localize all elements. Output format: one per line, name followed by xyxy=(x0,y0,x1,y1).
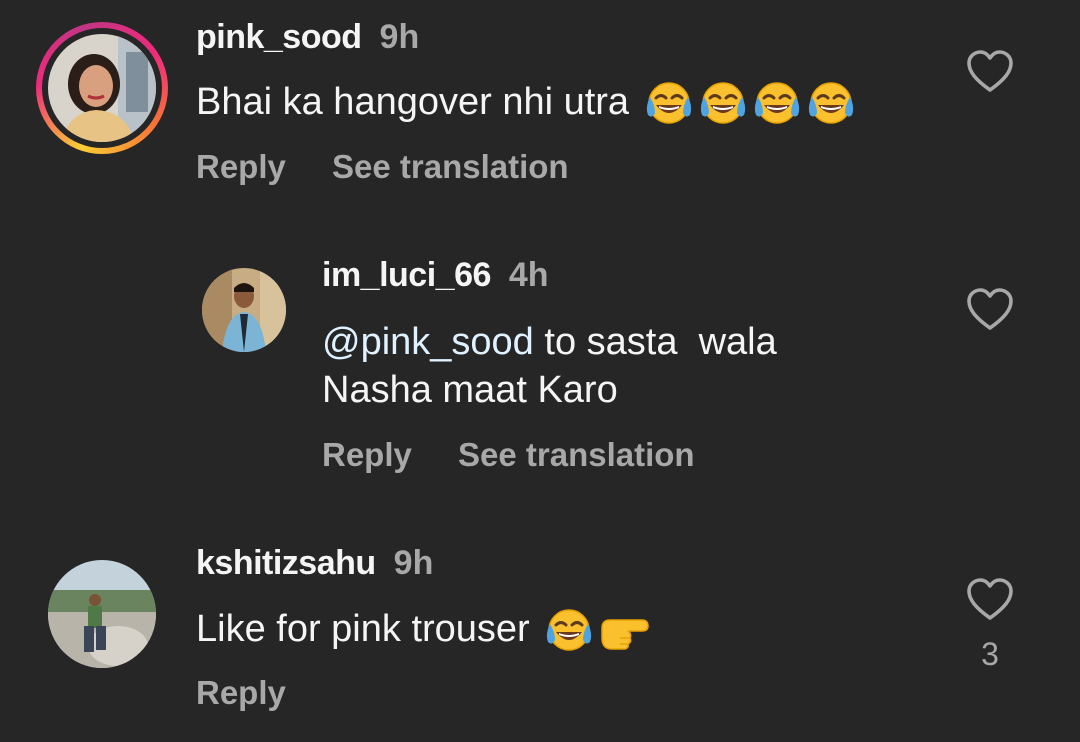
comment-body: Like for pink trouser xyxy=(196,608,530,650)
comment-username[interactable]: kshitizsahu 9h xyxy=(196,544,433,583)
comment-text: @pink_sood to sasta wala xyxy=(322,318,777,366)
comment-emojis xyxy=(629,81,856,124)
backhand-index-pointing-right-icon xyxy=(598,608,652,654)
comment-body: Bhai ka hangover nhi utra xyxy=(196,81,630,123)
reply-button[interactable]: Reply xyxy=(196,148,286,186)
comment-timestamp: 9h xyxy=(379,18,420,56)
username-text[interactable]: kshitizsahu xyxy=(196,544,376,582)
face-with-tears-of-joy-icon xyxy=(698,81,748,127)
face-with-tears-of-joy-icon xyxy=(544,608,594,654)
comment-body-line1: to sasta wala xyxy=(533,321,777,363)
like-count[interactable]: 3 xyxy=(966,636,1014,673)
like-heart-icon[interactable] xyxy=(966,288,1014,332)
username-text[interactable]: im_luci_66 xyxy=(322,256,491,294)
avatar-im-luci-66[interactable] xyxy=(202,268,286,352)
comment-text: Bhai ka hangover nhi utra xyxy=(196,78,856,127)
see-translation-button[interactable]: See translation xyxy=(458,436,695,474)
face-with-tears-of-joy-icon xyxy=(806,81,856,127)
reply-button[interactable]: Reply xyxy=(196,674,286,712)
comment-text: Like for pink trouser xyxy=(196,605,652,654)
username-text[interactable]: pink_sood xyxy=(196,18,362,56)
like-heart-icon[interactable] xyxy=(966,578,1014,622)
comment-timestamp: 9h xyxy=(393,544,434,582)
mention-link[interactable]: @pink_sood xyxy=(322,321,534,363)
reply-button[interactable]: Reply xyxy=(322,436,412,474)
comment-username[interactable]: im_luci_66 4h xyxy=(322,256,549,295)
avatar-pink-sood[interactable] xyxy=(48,34,156,142)
comment-timestamp: 4h xyxy=(508,256,549,294)
like-heart-icon[interactable] xyxy=(966,50,1014,94)
see-translation-button[interactable]: See translation xyxy=(332,148,569,186)
comment-emojis xyxy=(530,608,653,651)
comment-text-line2: Nasha maat Karo xyxy=(322,369,618,411)
avatar-kshitizsahu[interactable] xyxy=(48,560,156,668)
face-with-tears-of-joy-icon xyxy=(752,81,802,127)
face-with-tears-of-joy-icon xyxy=(644,81,694,127)
comment-username[interactable]: pink_sood 9h xyxy=(196,18,419,57)
